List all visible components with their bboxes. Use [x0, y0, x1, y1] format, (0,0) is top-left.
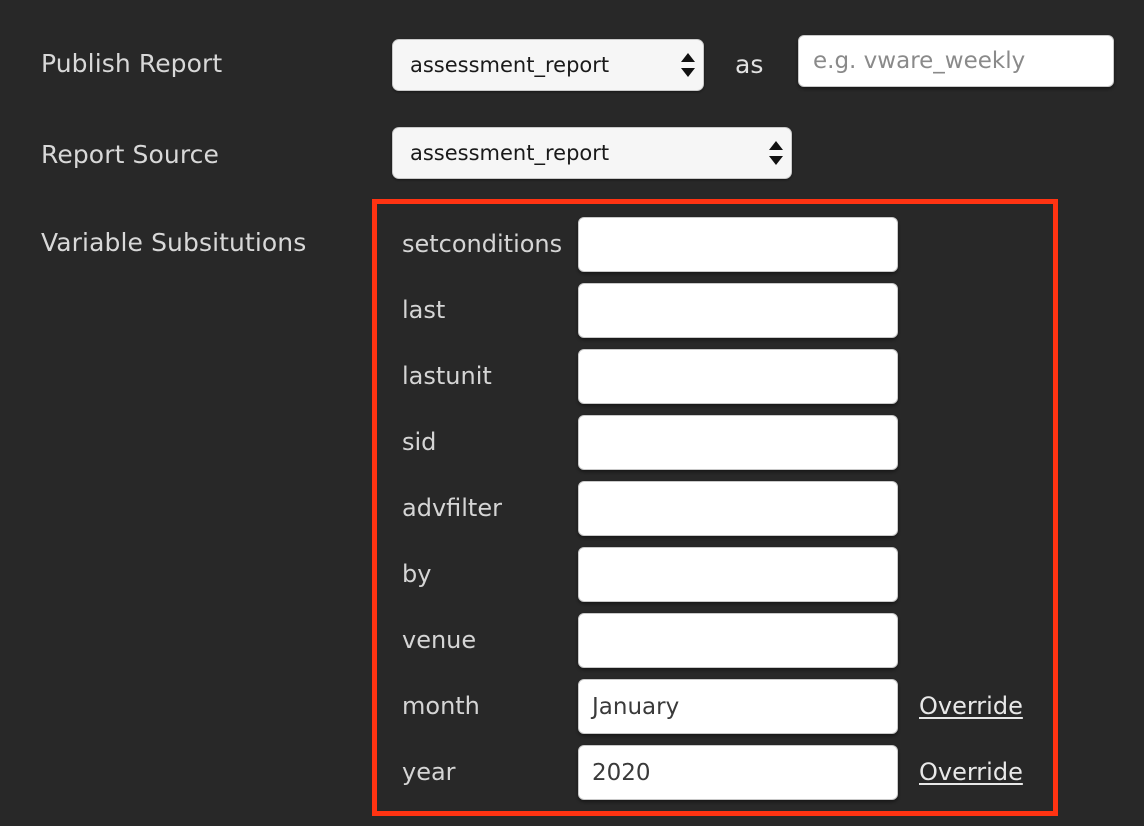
chevron-up-down-icon [761, 128, 791, 178]
override-link[interactable]: Override [919, 694, 1023, 718]
variable-row: year 2020 Override [377, 739, 1063, 805]
variable-value-input[interactable]: 2020 [578, 745, 898, 800]
variable-row: last [377, 277, 1063, 343]
variable-name-label: venue [402, 626, 477, 654]
variable-substitutions-label: Variable Subsitutions [41, 228, 307, 257]
override-link[interactable]: Override [919, 760, 1023, 784]
report-name-input[interactable]: e.g. vware_weekly [798, 35, 1114, 87]
report-source-select-value: assessment_report [410, 141, 610, 165]
report-source-select[interactable]: assessment_report [392, 127, 792, 179]
variable-substitutions-highlight-box: setconditions last lastunit sid advfilter by v… [372, 199, 1058, 816]
variable-row: month January Override [377, 673, 1063, 739]
variable-value-input[interactable] [578, 283, 898, 338]
variable-name-label: advfilter [402, 494, 502, 522]
publish-report-form-panel: Publish Report assessment_report as e.g.… [0, 0, 1144, 826]
variable-row: setconditions [377, 211, 1063, 277]
variable-name-label: year [402, 758, 456, 786]
variable-value-input[interactable] [578, 613, 898, 668]
variable-name-label: by [402, 560, 432, 588]
variable-name-label: sid [402, 428, 437, 456]
variable-value-input[interactable] [578, 481, 898, 536]
variable-name-label: lastunit [402, 362, 492, 390]
variable-row: advfilter [377, 475, 1063, 541]
variable-value-input[interactable] [578, 547, 898, 602]
variable-row: venue [377, 607, 1063, 673]
variable-value-input[interactable] [578, 217, 898, 272]
variable-name-label: last [402, 296, 446, 324]
variable-row: lastunit [377, 343, 1063, 409]
variable-row: by [377, 541, 1063, 607]
publish-report-select[interactable]: assessment_report [392, 39, 704, 91]
report-source-label: Report Source [41, 140, 219, 169]
variable-name-label: setconditions [402, 230, 563, 258]
variable-value-input[interactable]: January [578, 679, 898, 734]
variable-value-input[interactable] [578, 415, 898, 470]
publish-report-select-value: assessment_report [410, 53, 610, 77]
variable-value-input[interactable] [578, 349, 898, 404]
as-label: as [735, 50, 764, 79]
variable-row: sid [377, 409, 1063, 475]
publish-report-label: Publish Report [41, 49, 223, 78]
chevron-up-down-icon [673, 40, 703, 90]
variable-name-label: month [402, 692, 480, 720]
